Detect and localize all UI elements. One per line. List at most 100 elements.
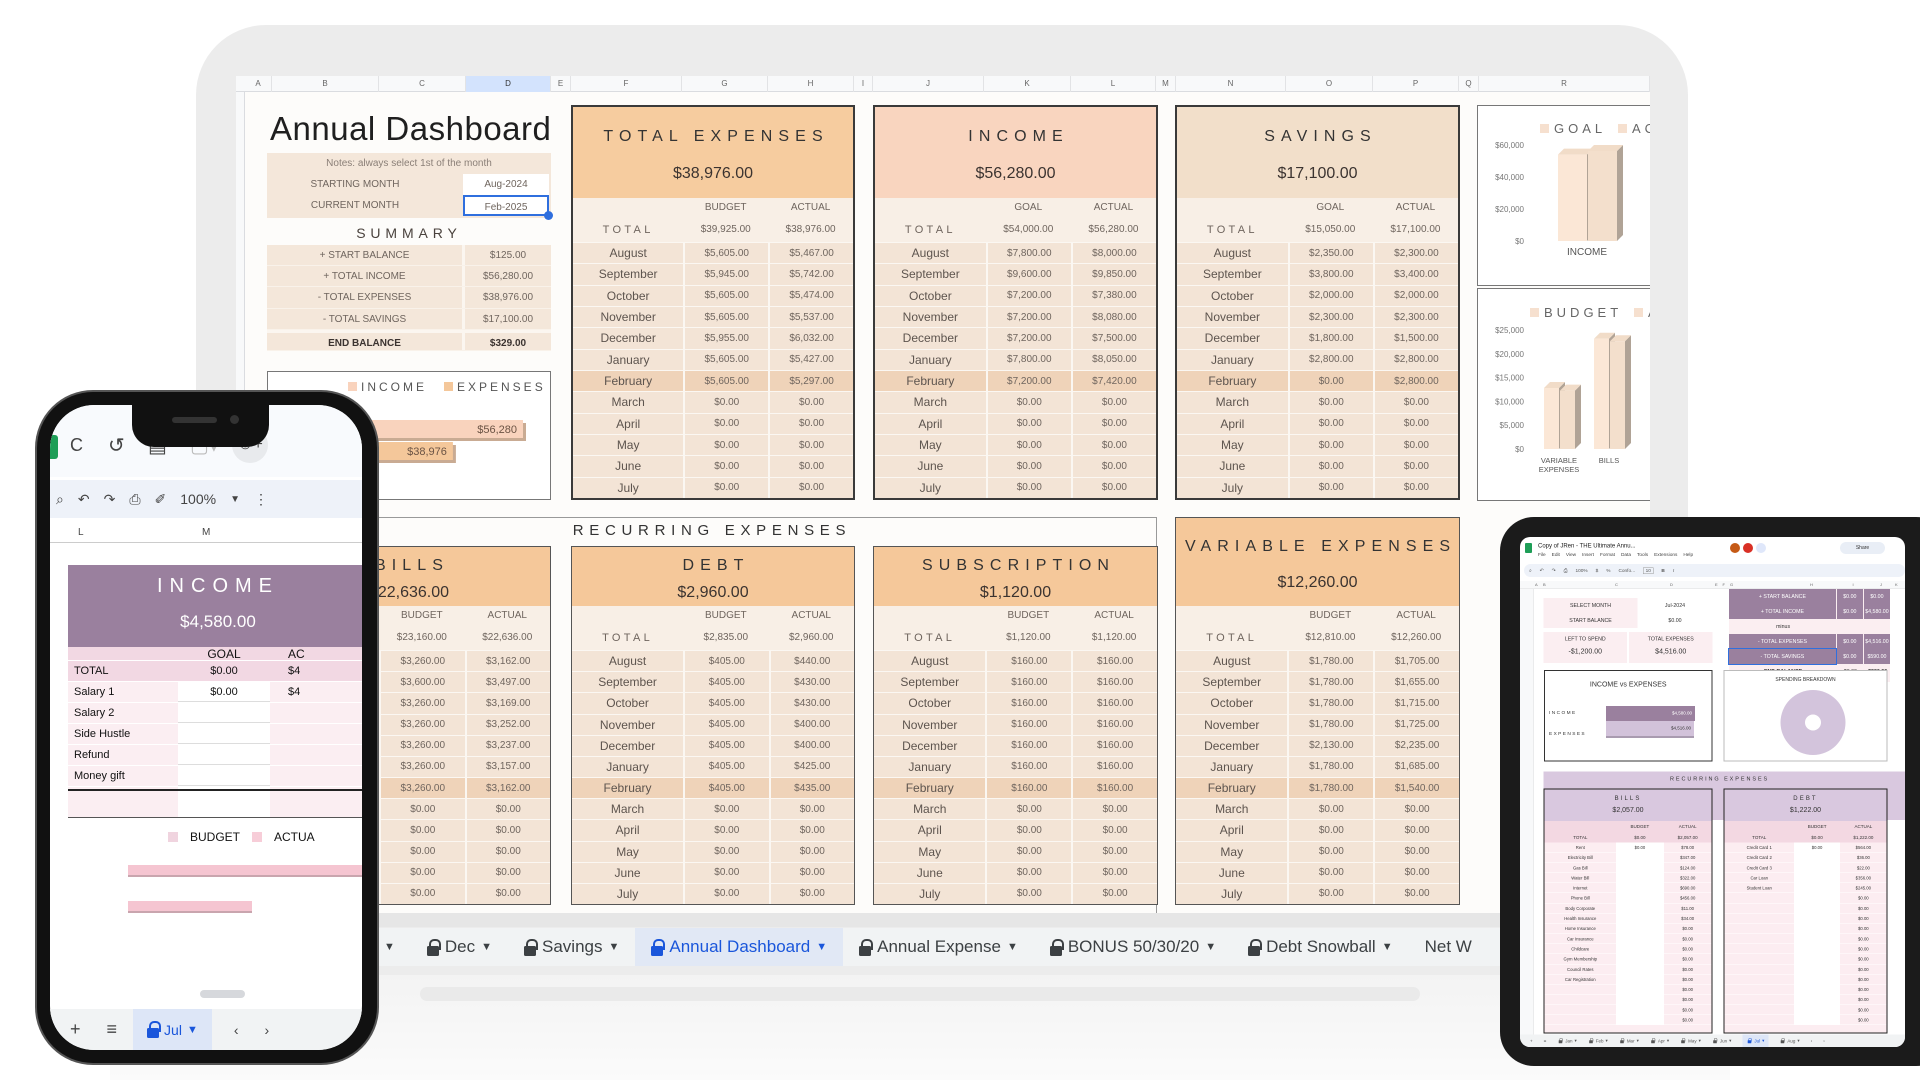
value-cell[interactable]: $0.00 (768, 477, 853, 498)
actual-cell[interactable]: $0.00 (1840, 1015, 1886, 1025)
value-cell[interactable]: $0.00 (985, 456, 1071, 477)
chevron-down-icon[interactable]: ▼ (481, 941, 492, 953)
actual-cell[interactable] (270, 703, 362, 723)
budget-cell[interactable] (1616, 872, 1664, 884)
column-header[interactable]: B (1543, 583, 1546, 588)
budget-cell[interactable] (1616, 862, 1664, 873)
value-cell[interactable]: $0.00 (1373, 883, 1459, 905)
menu-help[interactable]: Help (1683, 552, 1693, 558)
value-cell[interactable]: $2,130.00 (1287, 735, 1373, 756)
print-icon[interactable]: ⎙ (1564, 568, 1568, 574)
value-cell[interactable]: $160.00 (985, 651, 1071, 672)
tab-annual-dashboard[interactable]: Annual Dashboard ▼ (635, 928, 844, 966)
value-cell[interactable]: $0.00 (464, 820, 550, 841)
actual-cell[interactable]: $0.00 (1664, 934, 1712, 944)
undo-icon[interactable]: ↶ (1540, 568, 1544, 574)
redo-icon[interactable]: ↷ (104, 491, 116, 508)
horizontal-scrollbar[interactable] (368, 913, 1650, 927)
actual-cell[interactable]: $0.00 (1840, 914, 1886, 924)
actual-cell[interactable]: $0.00 (1840, 985, 1886, 995)
value-cell[interactable]: $0.00 (768, 820, 854, 841)
tab-jan[interactable]: Jan ▾ (1557, 1037, 1577, 1046)
value-cell[interactable]: $1,780.00 (1287, 651, 1373, 672)
budget-cell[interactable] (1616, 933, 1664, 944)
value-cell[interactable]: $9,600.00 (985, 264, 1071, 285)
value-cell[interactable]: $1,780.00 (1287, 693, 1373, 714)
menu-tools[interactable]: Tools (1637, 552, 1648, 558)
budget-cell[interactable] (1793, 984, 1841, 995)
actual-cell[interactable]: $0.00 (1664, 985, 1712, 995)
value-cell[interactable]: $405.00 (683, 778, 768, 799)
currency-icon[interactable]: $ (1596, 568, 1599, 574)
value-cell[interactable]: $0.00 (1372, 456, 1458, 477)
budget-cell[interactable] (1616, 852, 1664, 863)
column-header[interactable]: J (1880, 583, 1882, 588)
value-cell[interactable]: $0.00 (985, 883, 1071, 905)
budget-cell[interactable] (1616, 943, 1664, 955)
column-header-f[interactable]: F (571, 76, 682, 92)
value-cell[interactable]: $0.00 (1070, 456, 1156, 477)
column-header-b[interactable]: B (272, 76, 379, 92)
column-header-n[interactable]: N (1176, 76, 1286, 92)
value-cell[interactable]: $3,260.00 (379, 735, 464, 756)
value-cell[interactable]: $0.00 (683, 413, 768, 434)
value-cell[interactable]: $160.00 (985, 714, 1071, 735)
all-sheets-icon[interactable]: ≡ (1544, 1038, 1547, 1043)
value-cell[interactable]: $5,427.00 (768, 349, 853, 370)
value-cell[interactable]: $2,235.00 (1373, 735, 1459, 756)
menu-extensions[interactable]: Extensions (1654, 552, 1677, 558)
value-cell[interactable]: $1,655.00 (1373, 672, 1459, 693)
value-cell[interactable]: $7,200.00 (985, 328, 1071, 349)
value-cell[interactable]: $0.00 (683, 477, 768, 498)
value-cell[interactable]: $0.00 (985, 841, 1071, 862)
chevron-down-icon[interactable]: ▼ (230, 494, 240, 505)
value-cell[interactable]: $5,537.00 (768, 306, 853, 328)
menu-view[interactable]: View (1566, 552, 1576, 558)
history-icon[interactable]: ↺ (108, 433, 125, 458)
budget-cell[interactable] (1616, 954, 1664, 965)
value-cell[interactable]: $1,685.00 (1373, 756, 1459, 778)
value-cell[interactable]: $1,500.00 (1372, 328, 1458, 349)
value-cell[interactable]: $430.00 (768, 672, 854, 693)
column-header[interactable]: F (1723, 583, 1725, 588)
value-cell[interactable]: $0.00 (985, 434, 1071, 456)
value-cell[interactable]: $3,260.00 (379, 756, 464, 778)
budget-cell[interactable] (1793, 862, 1841, 873)
value-cell[interactable]: $160.00 (985, 693, 1071, 714)
value-cell[interactable]: $7,800.00 (985, 349, 1071, 370)
value-cell[interactable]: $0.00 (768, 862, 854, 883)
value-cell[interactable]: $0.00 (683, 883, 768, 905)
actual-cell[interactable]: $347.00 (1664, 853, 1712, 863)
value-cell[interactable]: $0.00 (1287, 434, 1373, 456)
value-cell[interactable]: $0.00 (1373, 820, 1459, 841)
value-cell[interactable]: $2,300.00 (1372, 306, 1458, 328)
value-cell[interactable]: $0.00 (683, 862, 768, 883)
value-cell[interactable]: $0.00 (1373, 862, 1459, 883)
column-header-c[interactable]: C (379, 76, 466, 92)
starting-month-cell[interactable]: Aug-2024 (463, 174, 549, 195)
value-cell[interactable]: $3,260.00 (379, 778, 464, 799)
tab-net-w[interactable]: Net W (1409, 928, 1488, 966)
value-cell[interactable]: $0.00 (985, 799, 1071, 820)
actual-cell[interactable] (270, 724, 362, 744)
value-cell[interactable]: $0.00 (1372, 413, 1458, 434)
value-cell[interactable]: $0.00 (683, 434, 768, 456)
value-cell[interactable]: $0.00 (379, 799, 464, 820)
actual-cell[interactable]: $0.00 (1664, 964, 1712, 974)
prev-sheet-icon[interactable]: ‹ (1811, 1038, 1813, 1043)
value-cell[interactable]: $5,605.00 (683, 370, 768, 392)
value-cell[interactable]: $5,467.00 (768, 243, 853, 264)
budget-cell[interactable] (1793, 913, 1841, 924)
column-header-i[interactable]: I (854, 76, 873, 92)
value-cell[interactable]: $0.00 (683, 841, 768, 862)
value-cell[interactable]: $1,715.00 (1373, 693, 1459, 714)
actual-cell[interactable]: $0.00 (1840, 964, 1886, 974)
value-cell[interactable]: $2,800.00 (1372, 370, 1458, 392)
value-cell[interactable]: $0.00 (1372, 392, 1458, 413)
chevron-down-icon[interactable]: ▼ (609, 941, 620, 953)
budget-cell[interactable] (1793, 1004, 1841, 1016)
value-cell[interactable]: $9,850.00 (1070, 264, 1156, 285)
actual-cell[interactable]: $0.00 (1664, 924, 1712, 934)
budget-cell[interactable] (1616, 964, 1664, 975)
value-cell[interactable]: $1,780.00 (1287, 778, 1373, 799)
